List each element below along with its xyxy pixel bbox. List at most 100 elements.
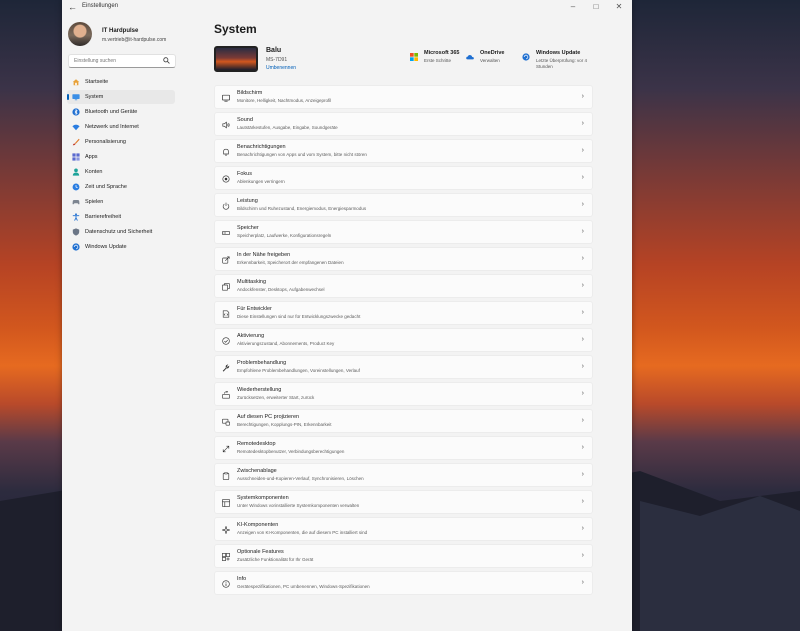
minimize-button[interactable]: – [562,1,584,13]
setting-row-leistung[interactable]: Leistung Bildschirm und Ruhezustand, Ene… [214,193,593,217]
bell-icon [223,148,229,156]
avatar [68,22,92,46]
setting-row-fokus[interactable]: Fokus Ablenkungen verringern › [214,166,593,190]
focus-icon [222,175,230,183]
display-icon [222,94,230,102]
row-subtitle: Zusätzliche Funktionalität für Ihr Gerät [237,557,314,562]
back-arrow-icon[interactable]: ← [68,2,77,12]
quick-title: Microsoft 365 [424,50,460,56]
sidebar-item-label: Personalisierung [85,139,126,145]
sidebar-item-system[interactable]: System [67,90,175,104]
sidebar-item-personalisierung[interactable]: Personalisierung [67,135,175,149]
gamepad-icon [72,200,80,205]
remote-desktop-icon [222,445,230,453]
close-button[interactable]: ✕ [608,1,630,13]
window-title: Einstellungen [82,3,119,9]
setting-row-zwischenablage[interactable]: Zwischenablage Ausschneiden-und-Kopieren… [214,463,593,487]
shield-icon [72,228,80,236]
monitor-icon [72,94,80,101]
setting-row-naehe-freigeben[interactable]: In der Nähe freigeben Erkennbarkeit, Spe… [214,247,593,271]
project-icon [222,418,230,426]
chevron-right-icon: › [581,228,584,235]
chevron-right-icon: › [581,282,584,289]
quick-microsoft-365[interactable]: Microsoft 365 Erste Schritte [410,50,468,74]
sidebar-item-konten[interactable]: Konten [67,165,175,179]
setting-row-projizieren[interactable]: Auf diesen PC projizieren Berechtigungen… [214,409,593,433]
chevron-right-icon: › [581,444,584,451]
sidebar-item-datenschutz[interactable]: Datenschutz und Sicherheit [67,225,175,239]
setting-row-problembehandlung[interactable]: Problembehandlung Empfohlene Problembeha… [214,355,593,379]
active-indicator [67,94,69,100]
row-title: Systemkomponenten [237,495,289,501]
chevron-right-icon: › [581,471,584,478]
row-title: Sound [237,117,253,123]
rename-link[interactable]: Umbenennen [266,65,296,71]
storage-icon [222,231,230,235]
setting-row-wiederherstellung[interactable]: Wiederherstellung Zurücksetzen, erweiter… [214,382,593,406]
chevron-right-icon: › [581,498,584,505]
sidebar-item-windows-update[interactable]: Windows Update [67,240,175,254]
sidebar-item-bluetooth[interactable]: Bluetooth und Geräte [67,105,175,119]
row-subtitle: Diese Einstellungen sind nur für Entwick… [237,314,361,319]
setting-row-info[interactable]: Info Gerätespezifikationen, PC umbenenne… [214,571,593,595]
sidebar-item-barrierefreiheit[interactable]: Barrierefreiheit [67,210,175,224]
row-title: KI-Komponenten [237,522,279,528]
chevron-right-icon: › [581,525,584,532]
setting-row-benachrichtigungen[interactable]: Benachrichtigungen Benachrichtigungen vo… [214,139,593,163]
row-title: Leistung [237,198,258,204]
sidebar-item-netzwerk[interactable]: Netzwerk und Internet [67,120,175,134]
setting-row-bildschirm[interactable]: Bildschirm Monitore, Helligkeit, Nachtmo… [214,85,593,109]
apps-icon [72,153,80,161]
row-subtitle: Erkennbarkeit, Speicherort der empfangen… [237,260,344,265]
speaker-icon [222,121,230,129]
row-subtitle: Gerätespezifikationen, PC umbenennen, Wi… [237,584,370,589]
row-title: Info [237,576,247,582]
chevron-right-icon: › [581,579,584,586]
row-title: Remotedesktop [237,441,276,447]
sidebar-item-spielen[interactable]: Spielen [67,195,175,209]
row-title: Wiederherstellung [237,387,282,393]
components-icon [222,499,230,507]
search-icon[interactable] [163,57,170,64]
chevron-right-icon: › [581,255,584,262]
quick-windows-update[interactable]: Windows Update Letzte Überprüfung: vor 4… [522,50,590,74]
user-profile[interactable]: IT Hardpulse m.vertrieb@it-hardpulse.com [68,22,208,48]
setting-row-aktivierung[interactable]: Aktivierung Aktivierungszustand, Abonnem… [214,328,593,352]
update-icon [72,243,80,251]
chevron-right-icon: › [581,147,584,154]
sidebar-item-label: Barrierefreiheit [85,214,122,220]
sidebar-item-apps[interactable]: Apps [67,150,175,164]
quick-onedrive[interactable]: OneDrive Verwalten [466,50,516,74]
info-icon [222,580,230,588]
row-title: Fokus [237,171,252,177]
profile-name: IT Hardpulse [102,28,139,34]
page-title: System [214,22,257,36]
setting-row-multitasking[interactable]: Multitasking Andockfenster, Desktops, Au… [214,274,593,298]
row-title: Problembehandlung [237,360,287,366]
maximize-button[interactable]: □ [585,1,607,13]
sidebar-item-label: Spielen [85,199,104,205]
row-title: Für Entwickler [237,306,272,312]
person-icon [72,168,80,176]
setting-row-speicher[interactable]: Speicher Speicherplatz, Laufwerke, Konfi… [214,220,593,244]
setting-row-systemkomponenten[interactable]: Systemkomponenten Unter Windows vorinsta… [214,490,593,514]
profile-email: m.vertrieb@it-hardpulse.com [102,37,167,43]
quick-subtitle: Verwalten [480,58,500,63]
sidebar-item-zeit-sprache[interactable]: Zeit und Sprache [67,180,175,194]
quick-subtitle: Erste Schritte [424,58,452,63]
search-input[interactable] [74,55,158,67]
setting-row-sound[interactable]: Sound Lautstärkestufen, Ausgabe, Eingabe… [214,112,593,136]
search-box[interactable] [68,54,176,68]
quick-title: Windows Update [536,50,581,56]
setting-row-ki-komponenten[interactable]: KI-Komponenten Anzeigen von KI-Komponent… [214,517,593,541]
sidebar-item-label: Datenschutz und Sicherheit [85,229,153,235]
setting-row-remotedesktop[interactable]: Remotedesktop Remotedesktopbenutzer, Ver… [214,436,593,460]
sidebar-item-startseite[interactable]: Startseite [67,75,175,89]
row-subtitle: Benachrichtigungen von Apps und vom Syst… [237,152,367,157]
setting-row-optionale-features[interactable]: Optionale Features Zusätzliche Funktiona… [214,544,593,568]
chevron-right-icon: › [581,336,584,343]
developer-icon [222,310,230,318]
setting-row-entwickler[interactable]: Für Entwickler Diese Einstellungen sind … [214,301,593,325]
sidebar-item-label: System [85,94,104,100]
recovery-icon [222,391,230,399]
